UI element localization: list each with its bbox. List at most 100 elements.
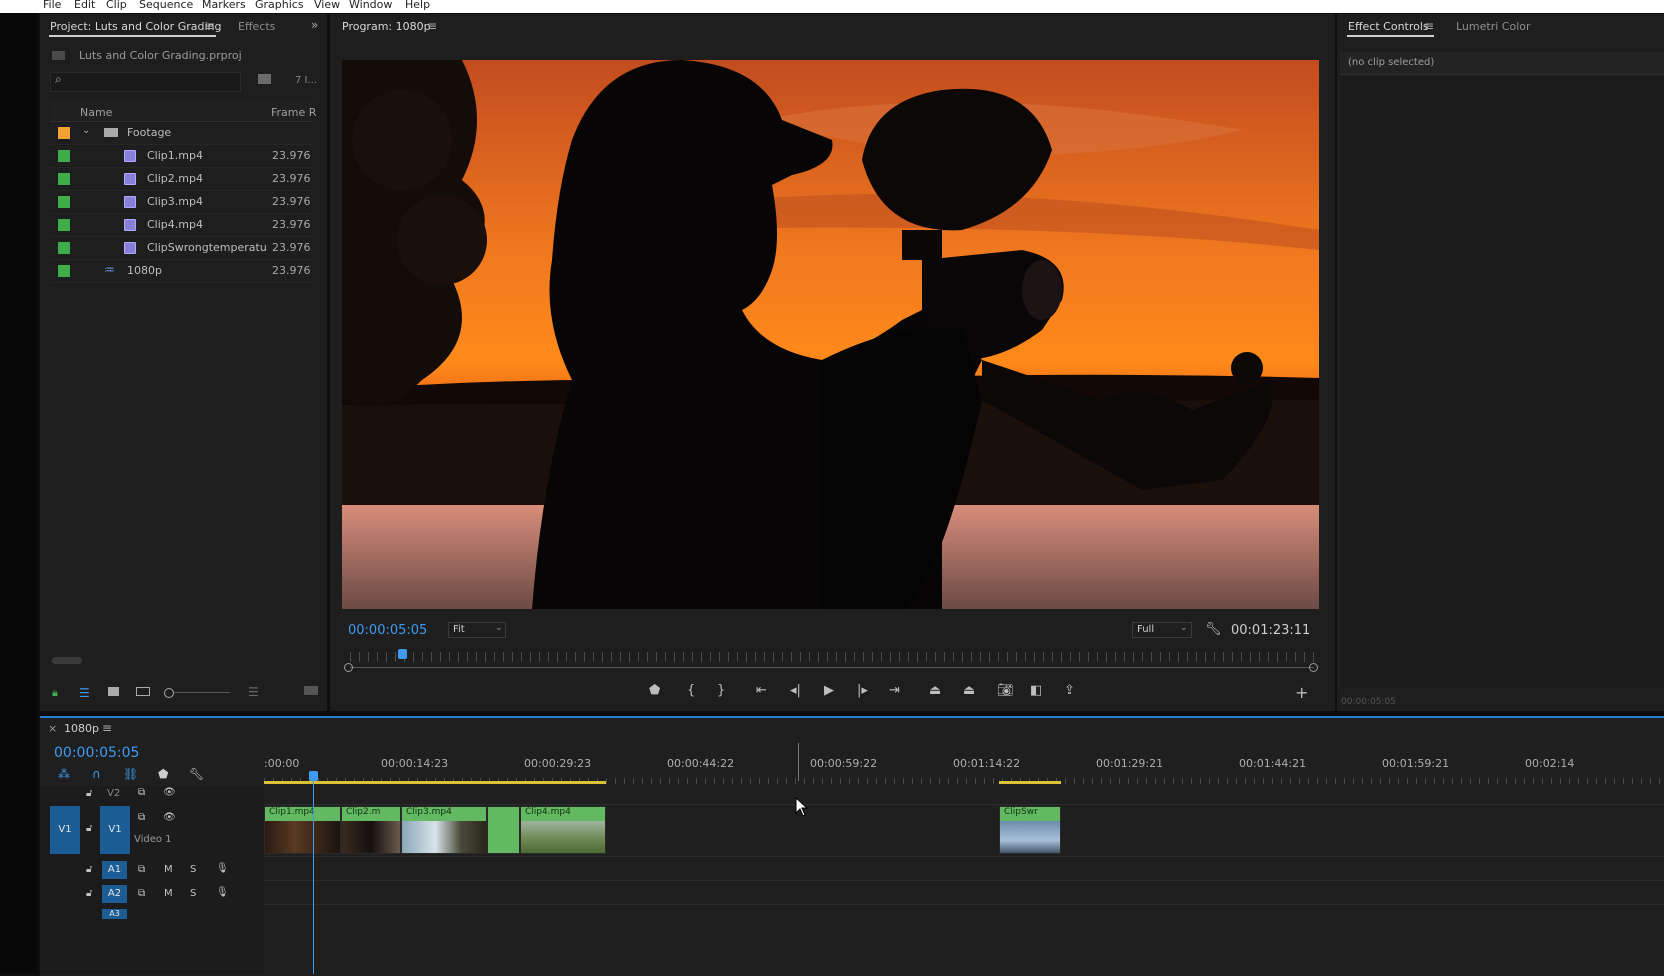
- list-item[interactable]: Clip4.mp4 23.976 fp: [50, 214, 312, 237]
- timeline-clip-gap[interactable]: [487, 806, 520, 854]
- source-patch-v1[interactable]: V1: [50, 806, 80, 854]
- nest-toggle-icon[interactable]: ⁂: [58, 767, 70, 781]
- list-item[interactable]: Clip2.mp4 23.976 fp: [50, 168, 312, 191]
- eye-icon[interactable]: 👁︎: [163, 812, 176, 823]
- sequence-tab[interactable]: 1080p: [64, 722, 99, 735]
- close-icon[interactable]: ×: [48, 722, 57, 735]
- tab-project[interactable]: Project: Luts and Color Grading: [50, 20, 221, 33]
- list-item[interactable]: ♒ 1080p 23.976 fp: [50, 260, 312, 283]
- eye-icon[interactable]: 👁︎: [163, 787, 176, 798]
- play-icon[interactable]: ▶: [824, 683, 834, 698]
- effect-controls-menu-icon[interactable]: ≡: [1424, 19, 1434, 33]
- label-color-swatch[interactable]: [58, 242, 70, 254]
- column-name[interactable]: Name: [80, 106, 112, 119]
- list-item[interactable]: ⌄ Footage: [50, 122, 312, 145]
- new-bin-icon[interactable]: [258, 74, 271, 84]
- menu-markers[interactable]: Markers: [202, 0, 246, 11]
- comparison-view-icon[interactable]: ◧: [1030, 683, 1042, 698]
- track-target-a2[interactable]: A2: [102, 885, 127, 903]
- playhead-timecode[interactable]: 00:00:05:05: [348, 623, 427, 638]
- lift-icon[interactable]: ⏏: [929, 683, 941, 698]
- button-editor-icon[interactable]: +: [1295, 683, 1308, 702]
- tab-effect-controls[interactable]: Effect Controls: [1348, 20, 1429, 33]
- label-color-swatch[interactable]: [58, 219, 70, 231]
- sort-icon[interactable]: ☰: [248, 685, 259, 699]
- menu-edit[interactable]: Edit: [74, 0, 95, 11]
- lock-icon[interactable]: 🔒︎: [52, 686, 58, 700]
- mark-out-icon[interactable]: }: [717, 683, 725, 698]
- lock-icon[interactable]: 🔓︎: [86, 864, 92, 875]
- step-back-icon[interactable]: ◂|: [790, 683, 801, 698]
- timeline-menu-icon[interactable]: ≡: [102, 721, 112, 735]
- menu-sequence[interactable]: Sequence: [139, 0, 193, 11]
- menu-file[interactable]: File: [43, 0, 61, 11]
- label-color-swatch[interactable]: [58, 265, 70, 277]
- chevron-down-icon[interactable]: ⌄: [82, 125, 90, 136]
- menu-graphics[interactable]: Graphics: [255, 0, 304, 11]
- icon-view-icon[interactable]: [108, 687, 119, 696]
- list-item[interactable]: ClipSwrongtemperatur 23.976 fp: [50, 237, 312, 260]
- monitor-scrub-bar[interactable]: [350, 667, 1314, 668]
- in-handle[interactable]: [344, 663, 353, 672]
- go-to-out-icon[interactable]: ⇥: [889, 683, 900, 698]
- menu-window[interactable]: Window: [349, 0, 392, 11]
- timeline-clip[interactable]: Clip3.mp4: [401, 806, 487, 854]
- mark-in-icon[interactable]: {: [687, 683, 695, 698]
- tab-lumetri-color[interactable]: Lumetri Color: [1456, 20, 1531, 33]
- fit-dropdown[interactable]: Fit ⌄: [448, 622, 506, 638]
- solo-button[interactable]: S: [190, 864, 196, 875]
- share-icon[interactable]: ⇪: [1064, 683, 1075, 698]
- label-color-swatch[interactable]: [58, 196, 70, 208]
- extract-icon[interactable]: ⏏: [963, 683, 975, 698]
- new-item-icon[interactable]: [304, 686, 318, 695]
- step-forward-icon[interactable]: |▸: [857, 683, 868, 698]
- mute-button[interactable]: M: [164, 888, 173, 899]
- snap-magnet-icon[interactable]: ∩: [92, 767, 101, 781]
- solo-button[interactable]: S: [190, 888, 196, 899]
- track-target-v1[interactable]: V1: [100, 806, 130, 854]
- zoom-slider[interactable]: [174, 692, 230, 693]
- microphone-icon[interactable]: 🎙︎: [216, 863, 229, 874]
- go-to-in-icon[interactable]: ⇤: [756, 683, 767, 698]
- timeline-timecode[interactable]: 00:00:05:05: [54, 745, 139, 761]
- list-item[interactable]: Clip1.mp4 23.976 fp: [50, 145, 312, 168]
- track-label-v2[interactable]: V2: [107, 788, 120, 799]
- wrench-icon[interactable]: 🔧︎: [1205, 622, 1222, 637]
- menu-help[interactable]: Help: [405, 0, 430, 11]
- timeline-clip[interactable]: Clip4.mp4: [520, 806, 606, 854]
- mute-button[interactable]: M: [164, 864, 173, 875]
- sync-lock-icon[interactable]: ⧉: [138, 864, 145, 875]
- microphone-icon[interactable]: 🎙︎: [216, 887, 229, 898]
- label-color-swatch[interactable]: [58, 150, 70, 162]
- timeline-clip[interactable]: Clip2.m: [341, 806, 401, 854]
- list-item[interactable]: Clip3.mp4 23.976 fp: [50, 191, 312, 214]
- timeline-clip[interactable]: Clip1.mp4: [264, 806, 341, 854]
- timeline-clip[interactable]: ClipSwr: [999, 806, 1061, 854]
- timeline-settings-icon[interactable]: 🔧︎: [189, 767, 204, 781]
- sync-lock-icon[interactable]: ⧉: [138, 812, 145, 823]
- timeline-playhead-handle[interactable]: [309, 771, 318, 781]
- sync-lock-icon[interactable]: ⧉: [138, 787, 145, 798]
- out-handle[interactable]: [1309, 663, 1318, 672]
- linked-selection-icon[interactable]: ⛓︎: [123, 767, 138, 781]
- horizontal-scrollbar[interactable]: [52, 657, 82, 664]
- menu-view[interactable]: View: [314, 0, 340, 11]
- video-frame[interactable]: [342, 60, 1319, 609]
- track-target-a1[interactable]: A1: [102, 861, 127, 879]
- monitor-ruler[interactable]: [350, 652, 1314, 662]
- track-target-a3[interactable]: A3: [102, 909, 127, 919]
- add-marker-icon[interactable]: ⬟: [158, 767, 168, 781]
- sync-lock-icon[interactable]: ⧉: [138, 888, 145, 899]
- add-marker-icon[interactable]: ⬟: [649, 683, 660, 698]
- project-menu-icon[interactable]: ≡: [205, 19, 215, 33]
- lock-icon[interactable]: 🔓︎: [86, 888, 92, 899]
- lock-icon[interactable]: 🔓︎: [86, 823, 92, 834]
- export-frame-icon[interactable]: 📷︎: [997, 683, 1014, 698]
- panel-overflow-icon[interactable]: »: [311, 18, 318, 32]
- list-view-icon[interactable]: ☰: [79, 686, 90, 700]
- column-frame-rate[interactable]: Frame R: [271, 106, 316, 119]
- project-search-input[interactable]: [50, 72, 241, 92]
- monitor-playhead[interactable]: [398, 649, 407, 659]
- zoom-slider-handle[interactable]: [164, 688, 174, 698]
- quality-dropdown[interactable]: Full ⌄: [1132, 622, 1192, 638]
